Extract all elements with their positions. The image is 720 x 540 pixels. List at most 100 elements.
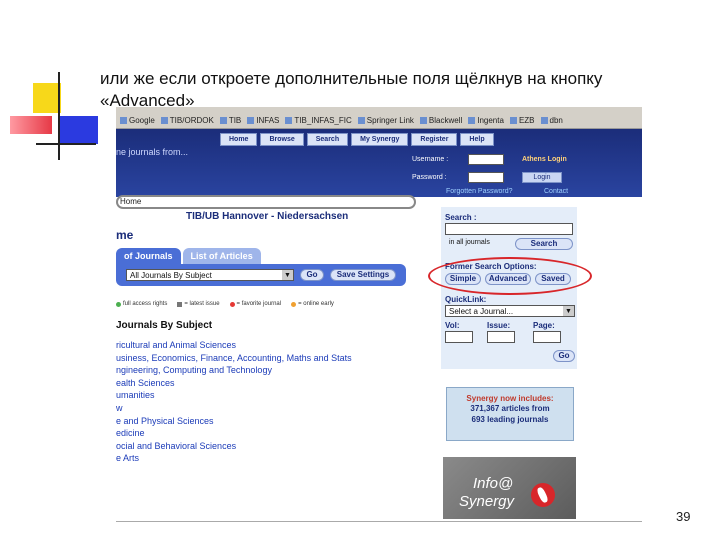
caption-line-1: или же если откроете дополнительные поля…	[100, 69, 603, 88]
issue-label: Issue:	[487, 321, 511, 330]
blue-square	[60, 116, 98, 144]
banner-line-1: Info@	[473, 475, 514, 492]
link-ezb[interactable]: EZB	[510, 113, 535, 128]
legend-online-early-label: = online early	[298, 301, 334, 307]
quicklink-label: QuickLink:	[445, 295, 487, 304]
subject-select-value: All Journals By Subject	[130, 271, 212, 280]
subject-link[interactable]: edicine	[116, 427, 352, 440]
tab-panel: All Journals By Subject ▼ Go Save Settin…	[116, 264, 406, 286]
nav-browse[interactable]: Browse	[260, 133, 304, 146]
banner-line-2: Synergy	[459, 493, 515, 510]
synergy-logo-icon	[531, 483, 555, 507]
promo-line-2: 371,367 articles from	[470, 404, 550, 413]
main-nav: Home Browse Search My Synergy Register H…	[220, 133, 494, 146]
journal-select[interactable]: Select a Journal... ▼	[445, 305, 575, 317]
link-infas[interactable]: INFAS	[247, 113, 279, 128]
link-dbn[interactable]: dbn	[541, 113, 563, 128]
latest-issue-icon	[177, 301, 183, 307]
login-button[interactable]: Login	[522, 172, 562, 183]
promo-line-1: Synergy now includes:	[466, 394, 554, 403]
search-input[interactable]	[445, 223, 573, 235]
site-header: ne journals from... Home Browse Search M…	[116, 129, 642, 197]
address-bar[interactable]: Home	[116, 195, 416, 209]
issue-input[interactable]	[487, 331, 515, 343]
favorite-icon	[229, 301, 235, 307]
nav-search[interactable]: Search	[306, 133, 349, 146]
legend-online-early: = online early	[291, 301, 334, 307]
journal-tabs: of Journals List of Articles	[116, 248, 261, 264]
athens-login-link[interactable]: Athens Login	[522, 156, 567, 163]
tab-journals[interactable]: of Journals	[116, 248, 181, 264]
search-scope[interactable]: in all journals	[449, 239, 490, 246]
subject-link[interactable]: e and Physical Sciences	[116, 415, 352, 428]
subject-link[interactable]: ocial and Behavioral Sciences	[116, 440, 352, 453]
username-input[interactable]	[468, 154, 504, 165]
cross-horizontal-line	[36, 143, 96, 145]
password-input[interactable]	[468, 172, 504, 183]
legend-favorite-label: = favorite journal	[236, 301, 282, 307]
subject-link[interactable]: ricultural and Animal Sciences	[116, 339, 352, 352]
username-label: Username :	[412, 156, 449, 163]
link-tib-ordok[interactable]: TIB/ORDOK	[161, 113, 214, 128]
page-label: Page:	[533, 321, 555, 330]
search-button[interactable]: Search	[515, 238, 573, 250]
subject-link[interactable]: usiness, Economics, Finance, Accounting,…	[116, 352, 352, 365]
tab-articles[interactable]: List of Articles	[182, 248, 261, 264]
go-button[interactable]: Go	[300, 269, 324, 281]
link-blackwell[interactable]: Blackwell	[420, 113, 462, 128]
journal-select-value: Select a Journal...	[449, 307, 514, 316]
save-settings-button[interactable]: Save Settings	[330, 269, 396, 281]
legend-favorite: = favorite journal	[229, 301, 282, 307]
subject-link[interactable]: w	[116, 402, 352, 415]
chevron-down-icon: ▼	[282, 270, 293, 280]
subject-link[interactable]: ngineering, Computing and Technology	[116, 364, 352, 377]
subject-list: ricultural and Animal Sciences usiness, …	[116, 339, 352, 465]
synergy-promo: Synergy now includes: 371,367 articles f…	[446, 387, 574, 441]
subject-link[interactable]: e Arts	[116, 452, 352, 465]
page-heading: me	[116, 228, 134, 242]
icon-legend: full access rights = latest issue = favo…	[116, 301, 334, 307]
contact-link[interactable]: Contact	[544, 188, 568, 195]
institution-name: TIB/UB Hannover - Niedersachsen	[186, 211, 349, 222]
subject-link[interactable]: ealth Sciences	[116, 377, 352, 390]
link-ingenta[interactable]: Ingenta	[468, 113, 504, 128]
legend-full-access: full access rights	[116, 301, 167, 307]
password-label: Password :	[412, 174, 447, 181]
site-tagline: ne journals from...	[116, 147, 189, 157]
yellow-square	[33, 83, 61, 113]
promo-line-3: 693 leading journals	[471, 415, 549, 424]
full-access-icon	[116, 301, 121, 307]
search-label: Search :	[445, 213, 477, 222]
online-early-icon	[291, 301, 297, 307]
subjects-title: Journals By Subject	[116, 320, 213, 331]
browser-links-bar: Google TIB/ORDOK TIB INFAS TIB_INFAS_FIC…	[116, 107, 642, 129]
nav-my-synergy[interactable]: My Synergy	[351, 133, 409, 146]
page-input[interactable]	[533, 331, 561, 343]
link-google[interactable]: Google	[120, 113, 155, 128]
chevron-down-icon: ▼	[563, 306, 574, 316]
red-gradient-bar	[10, 116, 52, 134]
forgotten-password-link[interactable]: Forgotten Password?	[446, 188, 513, 195]
slide: или же если откроете дополнительные поля…	[0, 0, 720, 540]
subject-link[interactable]: umanities	[116, 389, 352, 402]
slide-caption: или же если откроете дополнительные поля…	[100, 68, 710, 112]
nav-register[interactable]: Register	[411, 133, 458, 146]
legend-full-access-label: full access rights	[123, 301, 168, 307]
nav-help[interactable]: Help	[460, 133, 494, 146]
cross-vertical-line	[58, 72, 60, 160]
page-number: 39	[676, 509, 691, 524]
legend-latest-issue: = latest issue	[177, 301, 220, 307]
link-springer[interactable]: Springer Link	[358, 113, 414, 128]
slide-logo-decoration	[0, 0, 100, 170]
info-synergy-banner[interactable]: Info@ Synergy	[443, 457, 576, 519]
address-value: Home	[120, 197, 142, 206]
vol-input[interactable]	[445, 331, 473, 343]
nav-home[interactable]: Home	[220, 133, 258, 146]
vol-label: Vol:	[445, 321, 460, 330]
highlight-circle	[428, 257, 592, 295]
quicklink-go-button[interactable]: Go	[553, 350, 575, 362]
link-tib[interactable]: TIB	[220, 113, 241, 128]
link-tib-infas[interactable]: TIB_INFAS_FIC	[285, 113, 351, 128]
legend-latest-issue-label: = latest issue	[184, 301, 220, 307]
subject-select[interactable]: All Journals By Subject ▼	[126, 269, 294, 281]
